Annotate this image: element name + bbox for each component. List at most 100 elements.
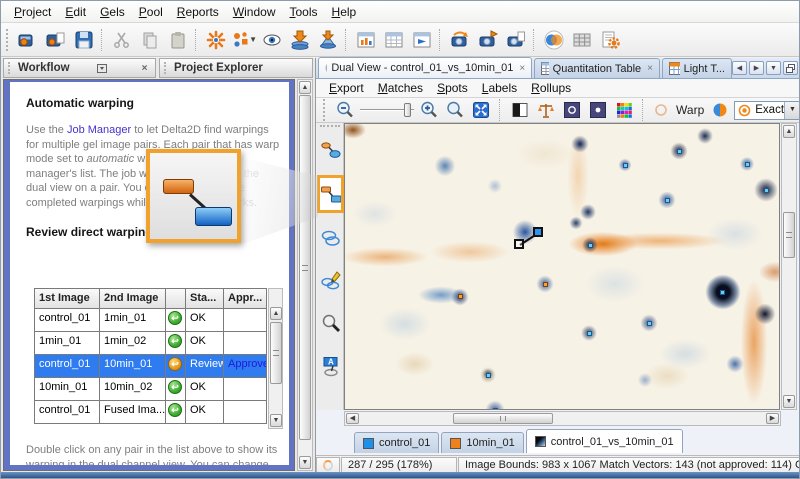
col-approve[interactable]: Appr... <box>223 289 266 308</box>
contrast-icon[interactable] <box>509 100 531 121</box>
zoom-slider[interactable] <box>360 101 414 119</box>
copy-icon[interactable] <box>136 26 164 54</box>
tab-light-table[interactable]: Light T... <box>662 58 732 78</box>
col-status[interactable]: Sta... <box>185 289 223 308</box>
table-row-selected[interactable]: control_0110min_01 ↩ Review Approve <box>35 354 266 377</box>
maximize-window-icon[interactable] <box>783 61 798 75</box>
new-window-label-icon[interactable] <box>408 26 436 54</box>
match-vector-ellipse-tool[interactable] <box>319 135 342 165</box>
import-gels-icon[interactable] <box>286 26 314 54</box>
workflow-panel-header[interactable]: Workflow × <box>3 58 156 78</box>
spot-outline-mode-icon[interactable] <box>561 100 583 121</box>
close-panel-icon[interactable]: × <box>138 63 151 74</box>
gel-image-viewport[interactable] <box>344 123 780 410</box>
menu-help[interactable]: Help <box>325 3 364 21</box>
spot-detection-icon[interactable]: ▼ <box>230 26 258 54</box>
spot-tool[interactable] <box>319 223 342 253</box>
menu-window[interactable]: Window <box>226 3 283 21</box>
save-icon[interactable] <box>70 26 98 54</box>
new-window-table-icon[interactable] <box>380 26 408 54</box>
table-row[interactable]: control_011min_01 ↩ OK <box>35 308 266 331</box>
menu-pool[interactable]: Pool <box>132 3 170 21</box>
scrollbar-thumb[interactable] <box>270 322 282 384</box>
table-row[interactable]: control_01Fused Ima... ↩ OK <box>35 400 266 423</box>
job-manager-link[interactable]: Job Manager <box>67 124 131 136</box>
scroll-up-button[interactable]: ▲ <box>783 125 795 138</box>
match-vector-rect-tool-selected[interactable] <box>317 175 344 213</box>
scroll-up-button[interactable]: ▲ <box>299 81 311 94</box>
scrollbar-thumb[interactable] <box>453 413 553 424</box>
scroll-left-button[interactable]: ◀ <box>346 413 359 424</box>
snapshot-add-icon[interactable] <box>474 26 502 54</box>
close-tab-icon[interactable]: × <box>647 63 653 74</box>
zoom-in-icon[interactable] <box>418 100 440 121</box>
table-row[interactable]: 10min_0110min_02 ↩ OK <box>35 377 266 400</box>
tab-list-dropdown-icon[interactable]: ▼ <box>766 61 781 75</box>
combobox-dropdown-icon[interactable]: ▼ <box>784 102 800 119</box>
warp-wizard-icon[interactable] <box>202 26 230 54</box>
gel-tab-dual-channel[interactable]: control_01_vs_10min_01 <box>526 429 683 453</box>
paste-icon[interactable] <box>164 26 192 54</box>
gel-tab-10min-01[interactable]: 10min_01 <box>441 432 523 453</box>
menu-reports[interactable]: Reports <box>170 3 226 21</box>
gel-tab-control-01[interactable]: control_01 <box>354 432 439 453</box>
scroll-down-button[interactable]: ▼ <box>783 395 795 408</box>
dual-channel-toggle-icon[interactable] <box>710 100 730 121</box>
spot-filled-mode-icon[interactable] <box>587 100 609 121</box>
zoom-slider-thumb[interactable] <box>404 103 411 117</box>
snapshot-save-icon[interactable] <box>502 26 530 54</box>
export-gels-icon[interactable] <box>314 26 342 54</box>
scroll-right-button[interactable]: ▶ <box>766 413 779 424</box>
gel-image-canvas[interactable] <box>345 124 779 409</box>
gel-horizontal-scrollbar[interactable]: ◀ ▶ <box>344 411 781 426</box>
project-explorer-panel-header[interactable]: Project Explorer <box>159 58 313 78</box>
fit-to-window-icon[interactable] <box>470 100 492 121</box>
zoom-tool-button[interactable] <box>319 309 342 339</box>
menu-rollups[interactable]: Rollups <box>524 79 578 97</box>
scrollbar-thumb[interactable] <box>299 95 311 440</box>
warp-animation-icon[interactable] <box>652 100 670 121</box>
table-view-icon[interactable] <box>568 26 596 54</box>
col-1st-image[interactable]: 1st Image <box>35 289 99 308</box>
heatmap-mode-icon[interactable] <box>613 100 635 121</box>
scroll-down-button[interactable]: ▼ <box>299 456 311 469</box>
col-icon[interactable] <box>165 289 185 308</box>
normalize-scales-icon[interactable] <box>535 100 557 121</box>
menu-labels[interactable]: Labels <box>475 79 524 97</box>
new-window-chart-icon[interactable] <box>352 26 380 54</box>
tab-dual-view[interactable]: Dual View - control_01_vs_10min_01 × <box>318 57 532 78</box>
warp-mode-combobox[interactable]: Exact ▼ <box>734 101 800 120</box>
view-eye-icon[interactable] <box>258 26 286 54</box>
menu-spots[interactable]: Spots <box>430 79 475 97</box>
spot-edit-tool[interactable] <box>319 265 342 295</box>
match-vector-source-handle[interactable] <box>514 239 524 249</box>
approve-link[interactable]: Approve <box>228 358 266 370</box>
label-tool[interactable]: A <box>319 351 342 381</box>
match-vector-target-handle[interactable] <box>533 227 543 237</box>
scroll-tabs-left-icon[interactable]: ◀ <box>732 61 747 75</box>
gel-vertical-scrollbar[interactable]: ▲ ▼ <box>781 123 797 410</box>
table-scrollbar[interactable]: ▲ ▼ <box>268 288 283 429</box>
workflow-scrollbar[interactable]: ▲ ▼ <box>297 79 313 471</box>
zoom-tool-icon[interactable] <box>444 100 466 121</box>
snapshot-refresh-icon[interactable] <box>446 26 474 54</box>
new-project-icon[interactable] <box>14 26 42 54</box>
close-tab-icon[interactable]: × <box>519 63 525 74</box>
tab-quantitation-table[interactable]: Quantitation Table × <box>534 58 660 78</box>
open-project-icon[interactable] <box>42 26 70 54</box>
scroll-tabs-right-icon[interactable]: ▶ <box>749 61 764 75</box>
menu-edit[interactable]: Edit <box>58 3 93 21</box>
minimize-window-icon[interactable] <box>97 64 110 73</box>
zoom-out-icon[interactable] <box>334 100 356 121</box>
menu-tools[interactable]: Tools <box>283 3 325 21</box>
dual-channel-view-icon[interactable] <box>540 26 568 54</box>
menu-export[interactable]: Export <box>322 79 371 97</box>
cut-icon[interactable] <box>108 26 136 54</box>
menu-project[interactable]: Project <box>7 3 58 21</box>
scrollbar-thumb[interactable] <box>783 212 795 258</box>
menu-gels[interactable]: Gels <box>93 3 132 21</box>
scroll-up-button[interactable]: ▲ <box>270 307 282 320</box>
menu-matches[interactable]: Matches <box>371 79 430 97</box>
scroll-down-button[interactable]: ▼ <box>270 414 282 427</box>
dropdown-caret-icon[interactable]: ▼ <box>249 35 257 44</box>
